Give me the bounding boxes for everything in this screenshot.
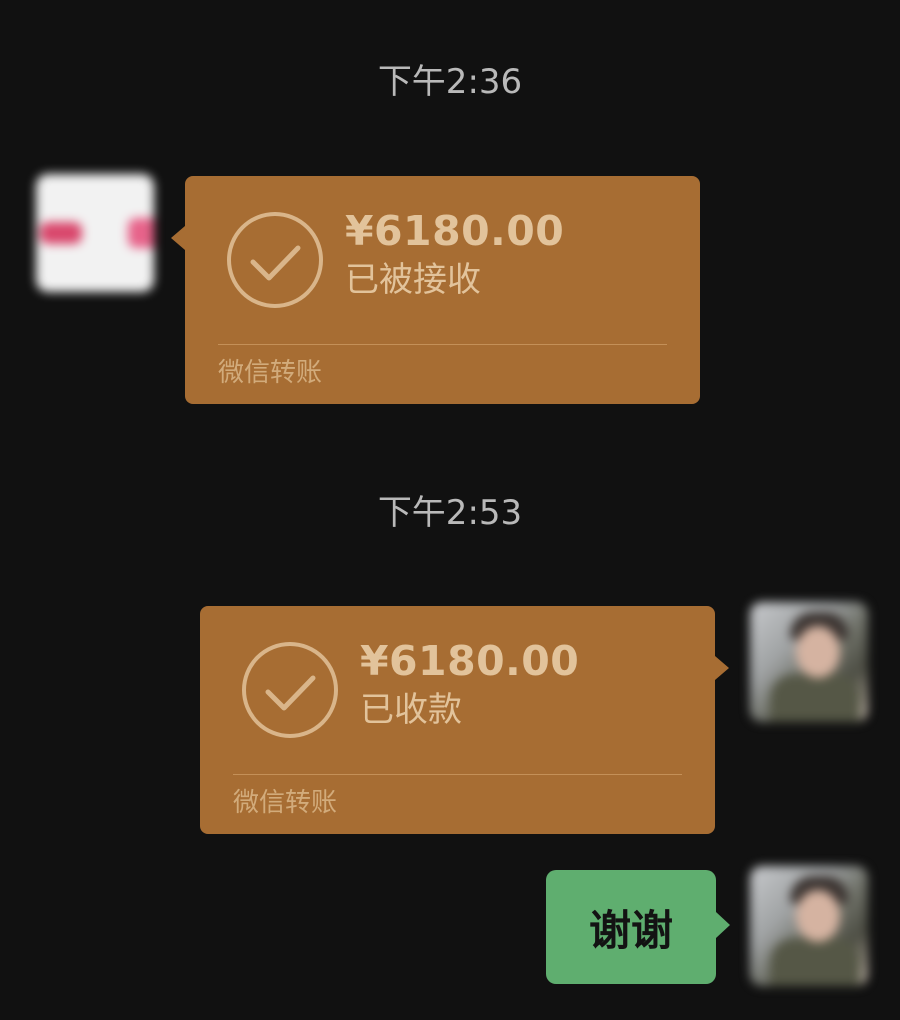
self-avatar[interactable] bbox=[750, 866, 868, 986]
divider bbox=[218, 344, 667, 345]
checkmark-circle-icon bbox=[242, 642, 338, 738]
timestamp-2: 下午2:53 bbox=[377, 493, 523, 533]
avatar-face bbox=[796, 890, 840, 942]
checkmark-circle-icon bbox=[227, 212, 323, 308]
avatar-decoration bbox=[40, 222, 82, 244]
transfer-amount: ¥6180.00 bbox=[360, 637, 580, 685]
divider bbox=[233, 774, 682, 775]
avatar-body bbox=[770, 674, 860, 722]
sender-avatar[interactable] bbox=[36, 174, 154, 292]
transfer-label: 微信转账 bbox=[233, 788, 338, 818]
avatar-face bbox=[796, 626, 840, 678]
transfer-status: 已被接收 bbox=[345, 260, 481, 300]
bubble-tail bbox=[715, 656, 729, 680]
self-avatar[interactable] bbox=[750, 602, 868, 722]
reply-message-bubble[interactable]: 谢谢 bbox=[546, 870, 730, 984]
timestamp-1: 下午2:36 bbox=[377, 62, 523, 102]
transfer-amount: ¥6180.00 bbox=[345, 207, 565, 255]
avatar-decoration bbox=[128, 218, 154, 248]
transfer-status: 已收款 bbox=[360, 690, 462, 730]
transfer-label: 微信转账 bbox=[218, 358, 323, 388]
avatar-body bbox=[770, 938, 860, 986]
bubble-tail bbox=[716, 912, 730, 938]
outgoing-transfer-bubble[interactable]: ¥6180.00 已收款 微信转账 bbox=[200, 606, 729, 834]
bubble-tail bbox=[171, 226, 185, 250]
incoming-transfer-bubble[interactable]: ¥6180.00 已被接收 微信转账 bbox=[171, 176, 700, 404]
reply-text: 谢谢 bbox=[588, 905, 673, 955]
